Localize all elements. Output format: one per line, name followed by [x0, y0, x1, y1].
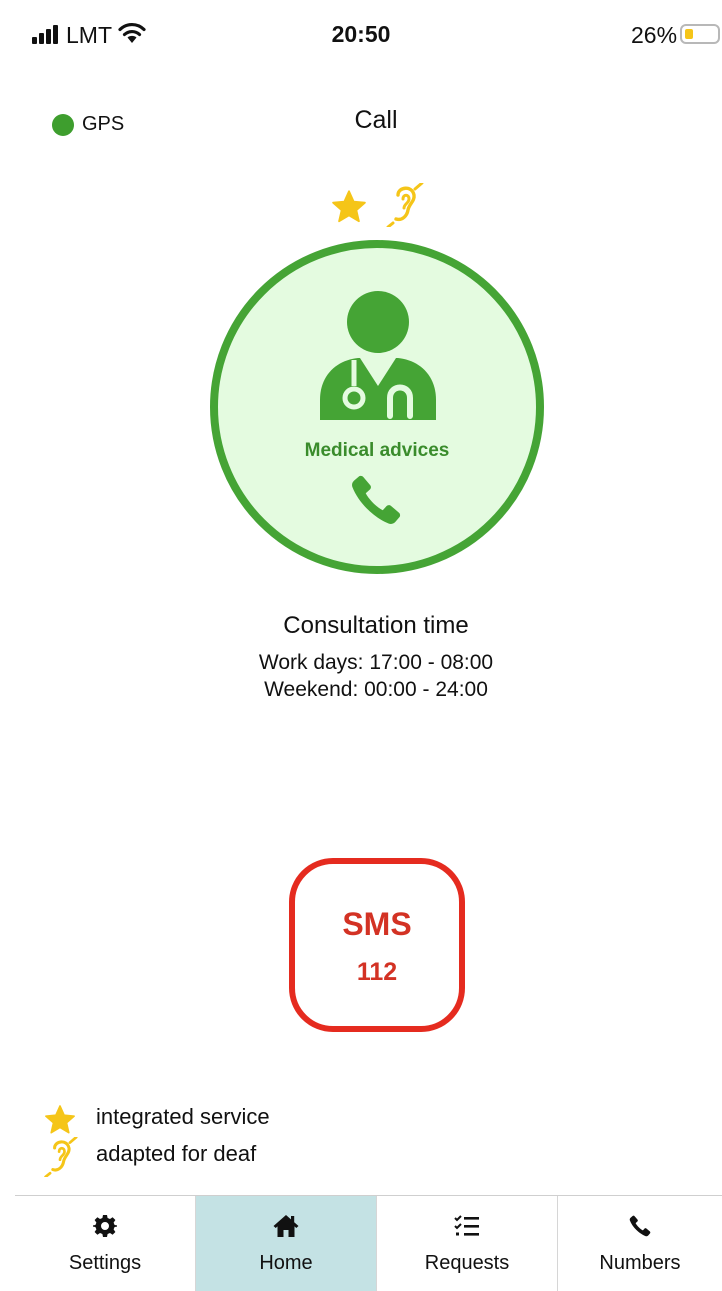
legend-adapted-for-deaf: adapted for deaf [96, 1141, 257, 1166]
ear-icon [386, 183, 424, 227]
tab-numbers-label: Numbers [599, 1252, 681, 1274]
battery-level-fill [685, 29, 693, 39]
star-icon [45, 1105, 75, 1134]
ear-icon [44, 1137, 78, 1177]
battery-percentage: 26% [631, 22, 678, 48]
consultation-title: Consultation time [283, 612, 469, 639]
phone-icon [629, 1215, 651, 1237]
status-bar: LMT 20:50 26% [0, 0, 722, 66]
tab-numbers[interactable]: Numbers [558, 1196, 722, 1291]
service-name: Medical advices [304, 440, 450, 461]
sms-112-button[interactable] [289, 858, 465, 1032]
tab-home-label: Home [259, 1252, 313, 1274]
doctor-icon [320, 291, 436, 420]
gear-icon [93, 1215, 117, 1237]
workdays-hours: Work days: 17:00 - 08:00 [258, 651, 494, 674]
tab-settings-label: Settings [68, 1252, 142, 1274]
tab-settings[interactable]: Settings [15, 1196, 195, 1291]
sms-number: 112 [356, 958, 398, 986]
bottom-tab-bar: Settings Home Requests Numbers [15, 1195, 722, 1291]
tab-requests-label: Requests [424, 1252, 510, 1274]
weekend-hours: Weekend: 00:00 - 24:00 [264, 678, 488, 701]
legend-integrated-service: integrated service [96, 1104, 270, 1129]
phone-icon [352, 475, 401, 524]
tab-home[interactable]: Home [196, 1196, 376, 1291]
status-time: 20:50 [331, 21, 391, 47]
page-title: Call [354, 106, 398, 134]
tab-requests[interactable]: Requests [377, 1196, 557, 1291]
star-icon [332, 190, 366, 223]
home-icon [273, 1215, 299, 1237]
checklist-icon [454, 1215, 479, 1236]
sms-label: SMS [342, 906, 412, 942]
battery-icon [680, 24, 720, 44]
